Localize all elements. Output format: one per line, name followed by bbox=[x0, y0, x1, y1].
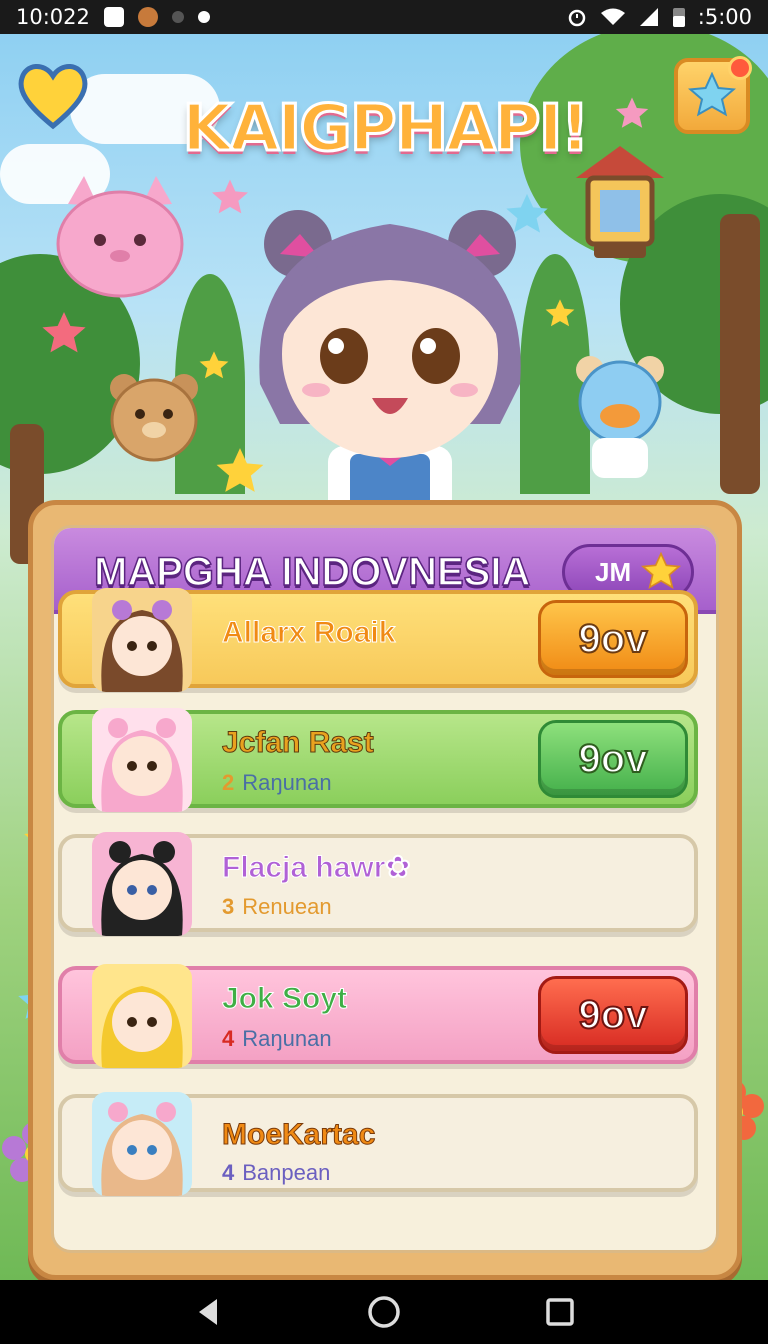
player-rank: 4 Banpean bbox=[222, 1160, 330, 1186]
score-button[interactable]: 9ov bbox=[538, 720, 688, 798]
rank-number: 4 bbox=[222, 1160, 235, 1185]
player-avatar bbox=[92, 588, 192, 692]
back-button[interactable] bbox=[188, 1292, 228, 1332]
rank-text: Banpean bbox=[242, 1160, 331, 1185]
main-character bbox=[259, 210, 521, 514]
player-avatar bbox=[92, 964, 192, 1068]
leaderboard-row[interactable]: Jcfan Rast 2 Raŋunan 9ov bbox=[58, 708, 698, 812]
leaderboard-row[interactable]: MoeKartac 4 Banpean bbox=[58, 1092, 698, 1196]
star-icon bbox=[42, 312, 86, 353]
notification-app-icon bbox=[103, 7, 124, 27]
star-icon bbox=[641, 552, 682, 590]
star-icon bbox=[199, 351, 229, 379]
player-name: Allarx Roaik bbox=[221, 616, 396, 650]
rank-text: Raŋunan bbox=[242, 770, 332, 795]
player-rank: 3 Renuean bbox=[222, 894, 332, 920]
home-icon bbox=[368, 1296, 400, 1328]
player-name: Jcfan Rast bbox=[222, 726, 375, 760]
player-avatar bbox=[92, 1092, 192, 1196]
blue-mascot bbox=[576, 356, 664, 478]
star-icon bbox=[545, 299, 575, 327]
player-avatar bbox=[92, 832, 192, 936]
player-rank: 2 Raŋunan bbox=[222, 770, 332, 796]
tree-trunk bbox=[720, 214, 760, 494]
leaderboard-row[interactable]: Jok Soyt 4 Raŋunan 9ov bbox=[58, 964, 698, 1068]
player-rank: 4 Raŋunan bbox=[222, 1026, 332, 1052]
player-name: Jok Soyt bbox=[221, 982, 348, 1016]
heart-icon bbox=[18, 64, 88, 130]
star-gift-button[interactable] bbox=[674, 56, 752, 134]
status-time: 10:022 bbox=[16, 5, 90, 29]
region-badge-label: JM bbox=[595, 556, 632, 587]
game-scene: KAIGPHAPI! MAPGHA INDOVNESIA JM Allarx R… bbox=[0, 34, 768, 1280]
back-icon bbox=[199, 1299, 217, 1325]
rank-number: 3 bbox=[222, 894, 235, 919]
system-nav-bar bbox=[0, 1280, 768, 1344]
alarm-icon bbox=[568, 9, 586, 27]
cookie-app-icon bbox=[137, 7, 158, 27]
notification-badge bbox=[728, 56, 752, 80]
player-name: MoeKartac bbox=[221, 1118, 376, 1152]
star-gift-icon bbox=[688, 72, 736, 117]
dim-dot-icon bbox=[171, 11, 184, 23]
status-bar: 10:022 :5:00 bbox=[0, 0, 768, 34]
signal-icon bbox=[639, 8, 658, 26]
rank-number: 2 bbox=[222, 770, 235, 795]
rank-number: 4 bbox=[222, 1026, 235, 1051]
notification-dot-icon bbox=[197, 11, 210, 23]
bear-mascot bbox=[110, 374, 198, 462]
rank-text: Raŋunan bbox=[242, 1026, 332, 1051]
status-clock-right: :5:00 bbox=[697, 5, 752, 29]
leaderboard-row[interactable]: Allarx Roaik 9ov bbox=[58, 588, 698, 692]
recents-icon bbox=[546, 1298, 574, 1326]
player-name: Flacja hawr✿ bbox=[222, 851, 412, 885]
score-button[interactable]: 9ov bbox=[538, 976, 688, 1054]
pink-cat-mascot bbox=[56, 176, 184, 298]
leaderboard-row[interactable]: Flacja hawr✿ 3 Renuean bbox=[58, 832, 698, 936]
home-button[interactable] bbox=[364, 1292, 404, 1332]
battery-icon bbox=[672, 8, 685, 27]
wifi-icon bbox=[600, 8, 625, 25]
player-avatar bbox=[92, 708, 192, 812]
game-title: KAIGPHAPI! bbox=[181, 91, 591, 168]
heart-button[interactable] bbox=[16, 60, 90, 130]
score-button[interactable]: 9ov bbox=[538, 600, 688, 678]
rank-text: Renuean bbox=[242, 894, 332, 919]
recents-button[interactable] bbox=[540, 1292, 580, 1332]
